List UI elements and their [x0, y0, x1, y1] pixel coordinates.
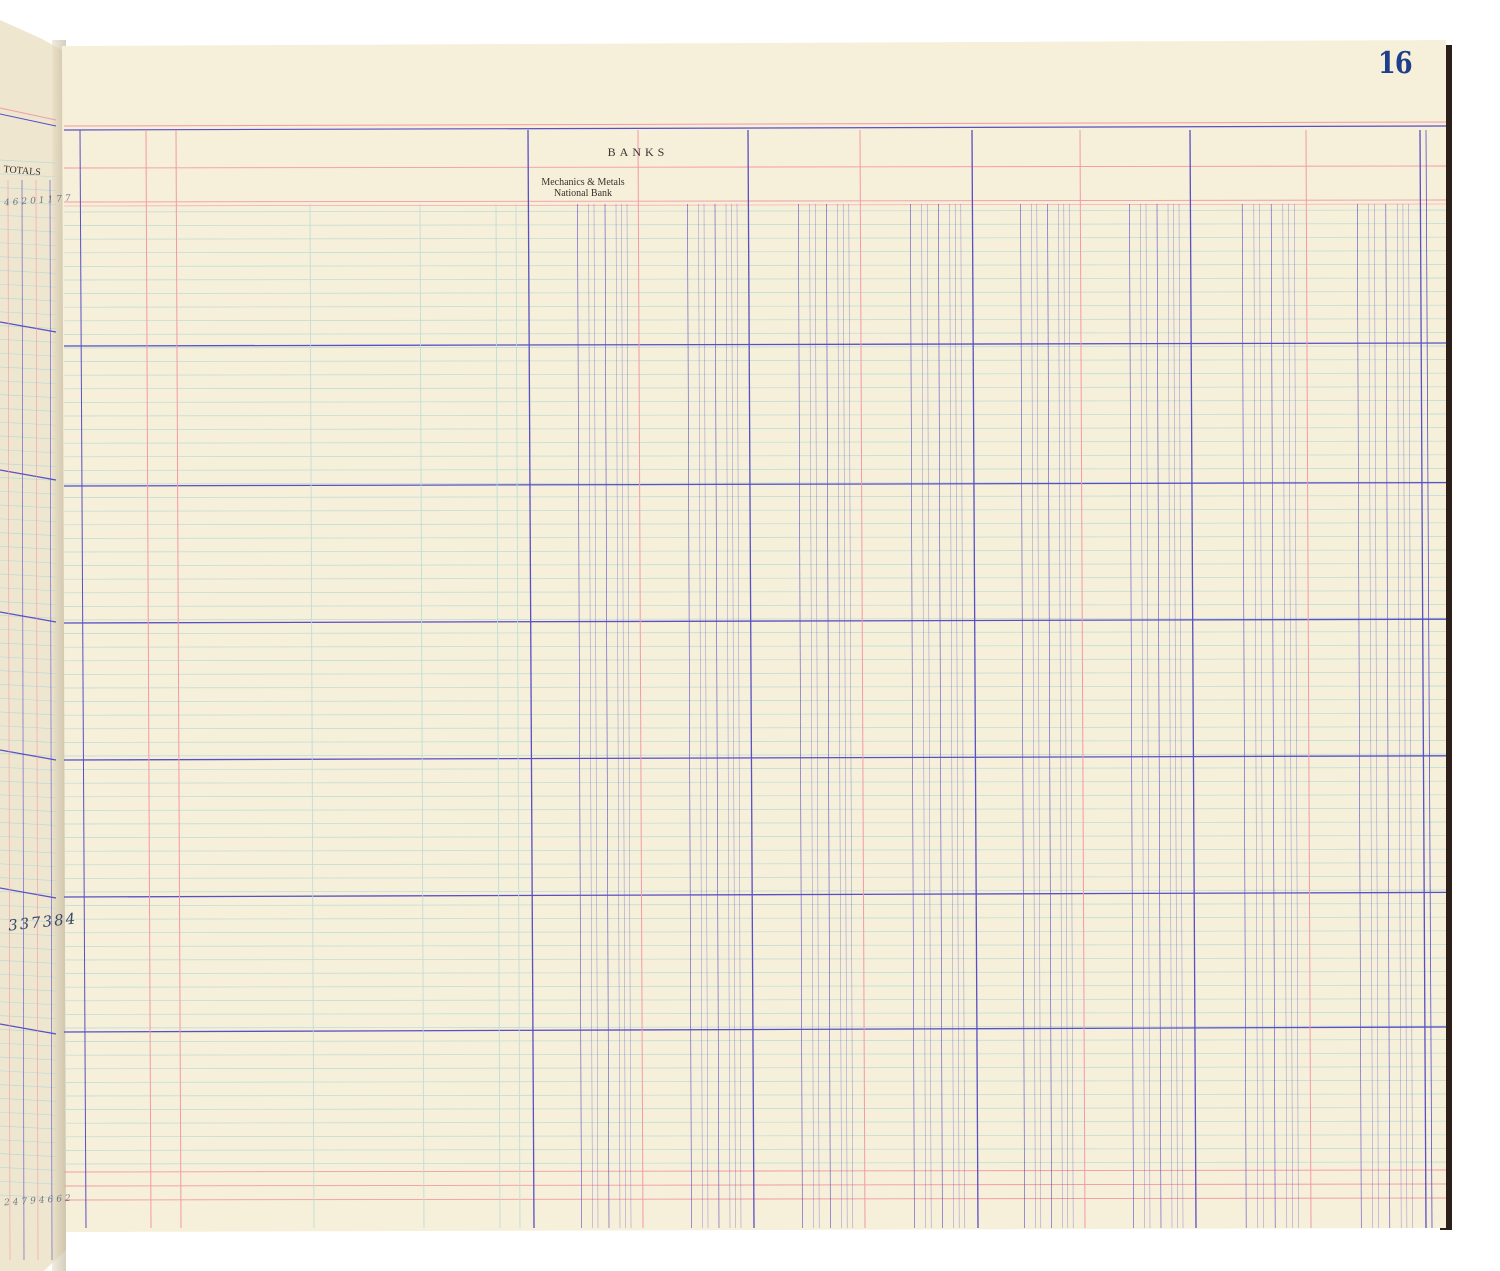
ledger-page [62, 40, 1452, 1232]
bank-column-label: Mechanics & Metals National Bank [528, 177, 638, 199]
banks-heading: BANKS [607, 145, 669, 159]
bank-name-line1: Mechanics & Metals [541, 177, 625, 188]
ledger-scene [0, 20, 1452, 1271]
bank-name-line2: National Bank [553, 188, 613, 199]
page-number: 16 [1378, 46, 1413, 81]
